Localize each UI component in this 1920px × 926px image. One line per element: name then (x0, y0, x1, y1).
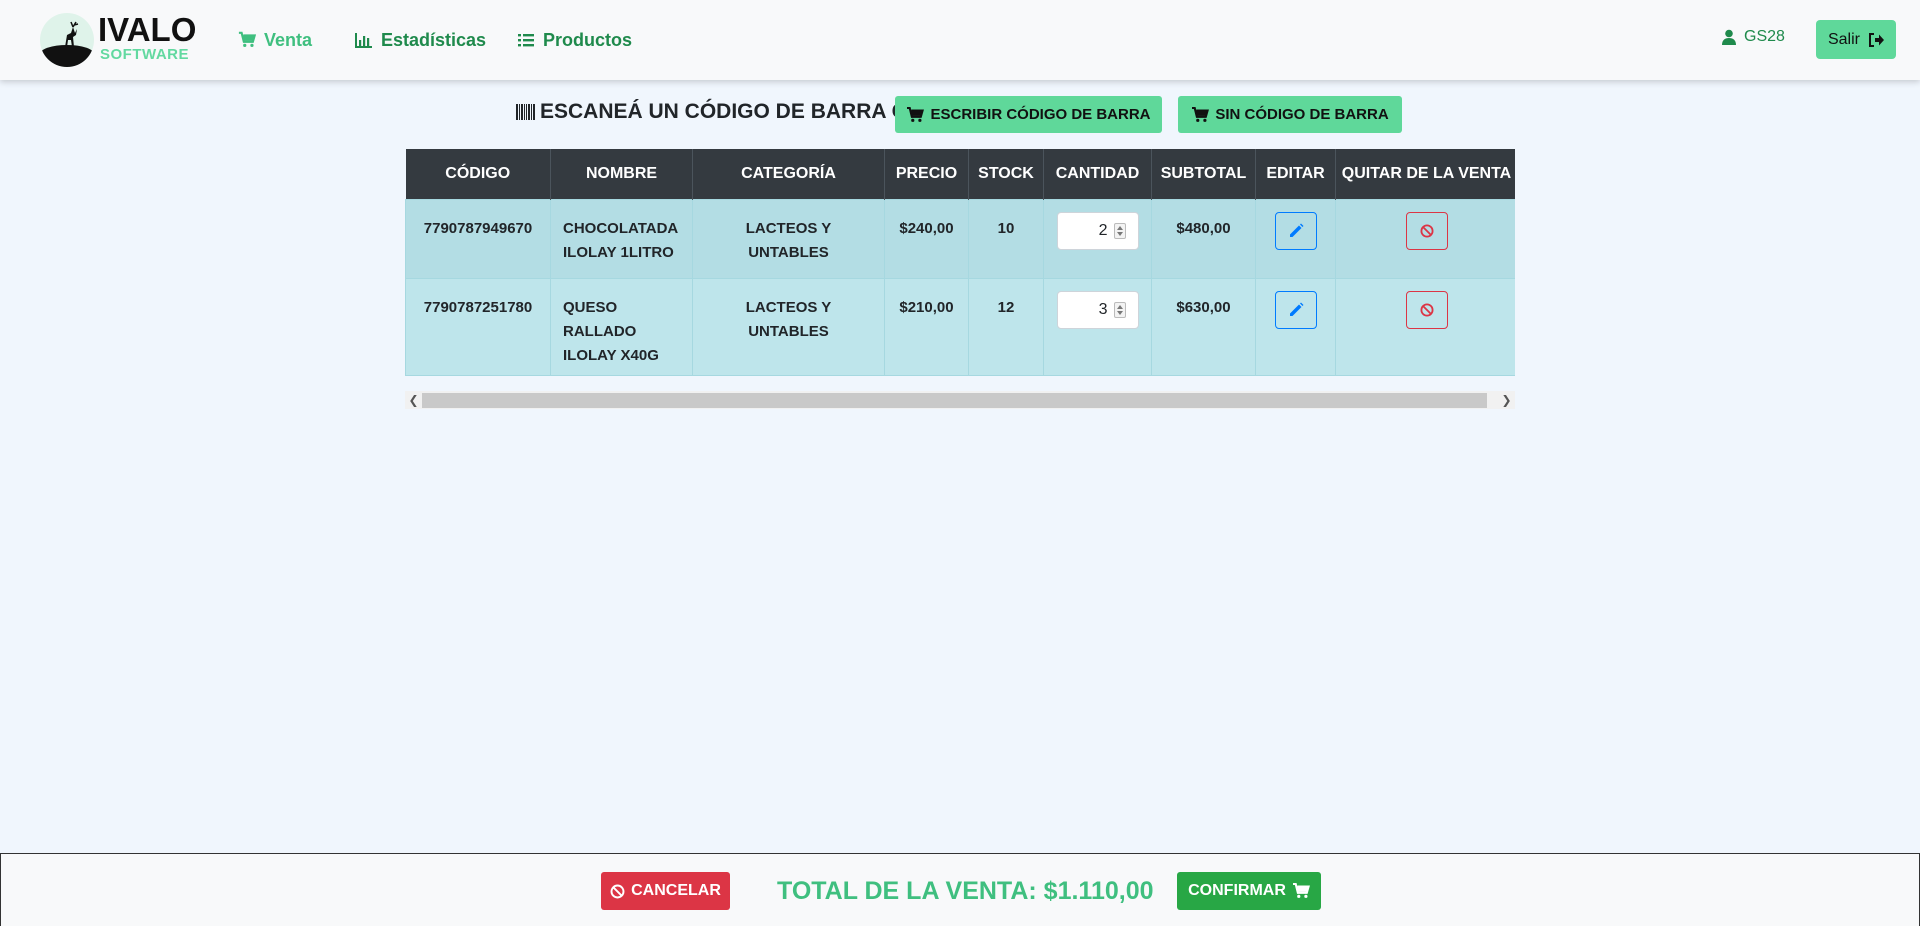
cart-icon (238, 31, 256, 48)
table-row: 7790787251780 QUESO RALLADO ILOLAY X40G … (405, 277, 1515, 376)
spinner-arrows-icon[interactable] (1113, 301, 1126, 318)
confirm-label: CONFIRMAR (1188, 882, 1286, 899)
cell-nombre: CHOCOLATADA ILOLAY 1LITRO (550, 198, 693, 279)
sale-footer: CANCELAR TOTAL DE LA VENTA: $1.110,00 CO… (0, 853, 1920, 926)
nav-estadisticas[interactable]: Estadísticas (355, 26, 486, 54)
column-header: NOMBRE (550, 149, 693, 199)
cart-icon (907, 106, 925, 122)
cell-precio: $240,00 (884, 198, 969, 279)
column-header: PRECIO (884, 149, 969, 199)
write-barcode-button[interactable]: ESCRIBIR CÓDIGO DE BARRA (895, 96, 1162, 133)
remove-item-button[interactable] (1405, 211, 1448, 250)
ban-icon (610, 884, 625, 898)
user-menu[interactable]: GS28 (1722, 28, 1785, 46)
scroll-right-icon[interactable]: ❯ (1498, 391, 1515, 409)
cell-subtotal: $480,00 (1151, 198, 1256, 279)
quantity-stepper[interactable]: 3 (1056, 290, 1139, 329)
cart-icon (1192, 106, 1210, 122)
user-icon (1722, 29, 1736, 45)
table-row: 7790787949670 CHOCOLATADA ILOLAY 1LITRO … (405, 198, 1515, 279)
bar-chart-icon (355, 33, 372, 48)
cell-categoria: LACTEOS Y UNTABLES (692, 277, 885, 376)
table-horizontal-scrollbar[interactable]: ❮ ❯ (405, 391, 1515, 409)
pencil-icon (1289, 223, 1303, 237)
cell-editar (1255, 198, 1336, 279)
spinner-arrows-icon[interactable] (1113, 222, 1126, 239)
table-header-row: CÓDIGO NOMBRE CATEGORÍA PRECIO STOCK CAN… (405, 149, 1515, 199)
cell-codigo: 7790787251780 (405, 277, 551, 376)
ban-icon (1420, 224, 1433, 237)
nav-venta-label: Venta (264, 29, 313, 50)
cell-categoria: LACTEOS Y UNTABLES (692, 198, 885, 279)
confirm-sale-button[interactable]: CONFIRMAR (1177, 872, 1321, 910)
cell-editar (1255, 277, 1336, 376)
edit-button[interactable] (1274, 290, 1317, 329)
cart-icon (1292, 883, 1310, 898)
nav-venta[interactable]: Venta (238, 26, 312, 54)
scroll-left-icon[interactable]: ❮ (405, 391, 422, 409)
pencil-icon (1289, 302, 1303, 316)
cell-cantidad: 3 (1043, 277, 1152, 376)
column-header: CANTIDAD (1043, 149, 1152, 199)
quantity-value: 3 (1098, 300, 1108, 318)
sale-total: TOTAL DE LA VENTA: $1.110,00 (777, 877, 1154, 905)
column-header: CÓDIGO (405, 149, 551, 199)
scan-label-text: ESCANEÁ UN CÓDIGO DE BARRA O: (540, 100, 915, 123)
column-header: CATEGORÍA (692, 149, 885, 199)
cancel-label: CANCELAR (631, 882, 721, 899)
quantity-value: 2 (1098, 221, 1108, 239)
quantity-stepper[interactable]: 2 (1056, 211, 1139, 250)
brand-title: IVALO (98, 11, 197, 48)
sale-items-table: CÓDIGO NOMBRE CATEGORÍA PRECIO STOCK CAN… (405, 149, 1515, 376)
list-icon (518, 34, 534, 47)
cell-quitar (1335, 198, 1515, 279)
top-navbar: IVALO SOFTWARE Venta Estadísticas Produc… (0, 0, 1920, 80)
cell-codigo: 7790787949670 (405, 198, 551, 279)
no-barcode-button[interactable]: SIN CÓDIGO DE BARRA (1178, 96, 1402, 133)
cell-precio: $210,00 (884, 277, 969, 376)
cancel-sale-button[interactable]: CANCELAR (601, 872, 730, 910)
cell-subtotal: $630,00 (1151, 277, 1256, 376)
scan-instruction: ESCANEÁ UN CÓDIGO DE BARRA O: (516, 98, 915, 126)
column-header: EDITAR (1255, 149, 1336, 199)
nav-productos[interactable]: Productos (517, 26, 632, 54)
column-header: QUITAR DE LA VENTA (1335, 149, 1515, 199)
nav-estadisticas-label: Estadísticas (381, 29, 487, 50)
sign-out-icon (1869, 32, 1884, 47)
column-header: SUBTOTAL (1151, 149, 1256, 199)
logout-button[interactable]: Salir (1816, 20, 1896, 59)
column-header: STOCK (968, 149, 1044, 199)
username: GS28 (1744, 28, 1785, 45)
nav-productos-label: Productos (543, 29, 633, 50)
deer-logo-icon (40, 13, 94, 67)
logout-label: Salir (1827, 30, 1860, 48)
brand-subtitle: SOFTWARE (100, 46, 189, 63)
barcode-icon (516, 104, 535, 120)
cell-cantidad: 2 (1043, 198, 1152, 279)
ban-icon (1420, 303, 1433, 316)
sale-items-table-container[interactable]: CÓDIGO NOMBRE CATEGORÍA PRECIO STOCK CAN… (405, 149, 1515, 376)
cell-nombre: QUESO RALLADO ILOLAY X40G (550, 277, 693, 376)
write-barcode-label: ESCRIBIR CÓDIGO DE BARRA (930, 106, 1151, 123)
cell-quitar (1335, 277, 1515, 376)
no-barcode-label: SIN CÓDIGO DE BARRA (1215, 106, 1389, 123)
cell-stock: 10 (968, 198, 1044, 279)
cell-stock: 12 (968, 277, 1044, 376)
remove-item-button[interactable] (1405, 290, 1448, 329)
brand-logo[interactable]: IVALO SOFTWARE (38, 12, 198, 70)
scrollbar-thumb[interactable] (422, 393, 1487, 408)
edit-button[interactable] (1274, 211, 1317, 250)
